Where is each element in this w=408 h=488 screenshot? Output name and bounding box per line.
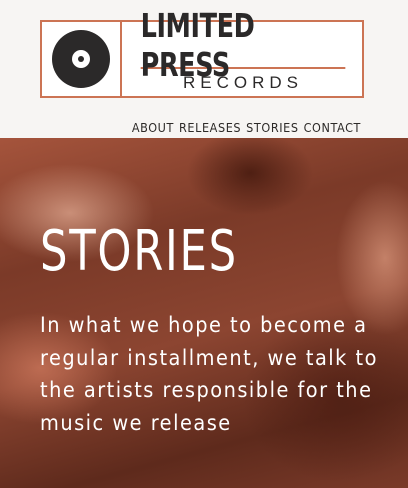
nav-item-stories[interactable]: STORIES xyxy=(246,120,298,135)
logo-subtitle: RECORDS xyxy=(182,73,303,92)
logo-title: LIMITED PRESS xyxy=(140,6,346,84)
nav-item-contact[interactable]: CONTACT xyxy=(304,120,361,135)
hero-description: In what we hope to become a regular inst… xyxy=(40,313,378,436)
page-title: STORIES xyxy=(40,219,238,284)
vinyl-record-icon xyxy=(52,30,110,88)
logo-record-box xyxy=(42,22,122,96)
main-nav: ABOUT RELEASES STORIES CONTACT xyxy=(132,120,361,135)
nav-item-about[interactable]: ABOUT xyxy=(132,120,174,135)
site-header: LIMITED PRESS RECORDS ABOUT RELEASES STO… xyxy=(0,0,408,138)
site-logo[interactable]: LIMITED PRESS RECORDS xyxy=(40,6,364,98)
hero-section: STORIES In what we hope to become a regu… xyxy=(0,138,408,488)
nav-item-releases[interactable]: RELEASES xyxy=(179,120,241,135)
